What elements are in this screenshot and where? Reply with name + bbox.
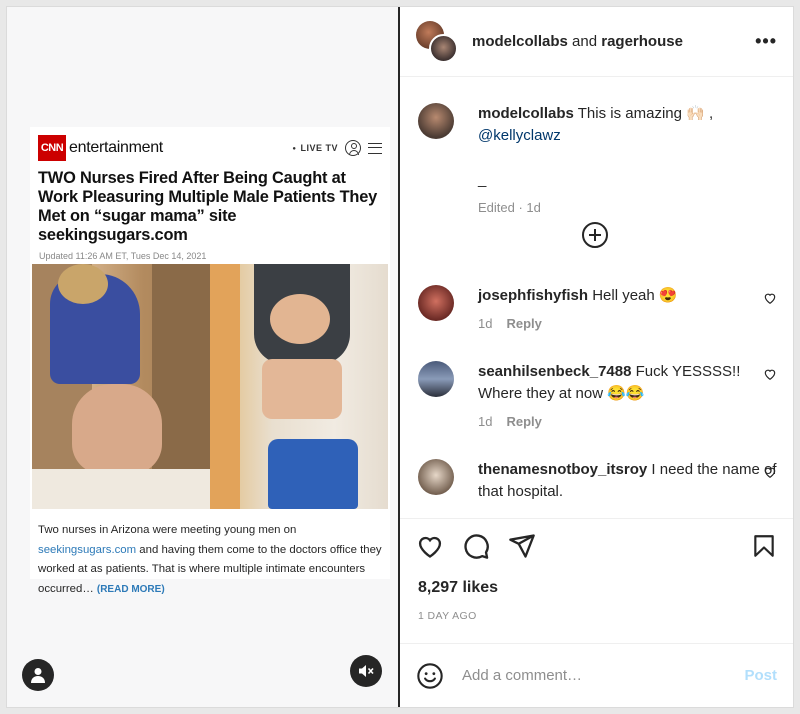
- more-horizontal-icon[interactable]: •••: [755, 31, 777, 52]
- photo-right: [210, 264, 388, 509]
- comment-age: 1d: [478, 316, 493, 331]
- comment-item: seanhilsenbeck_7488 Fuck YESSSS!! Where …: [418, 361, 777, 433]
- news-header: CNN entertainment LIVE TV: [30, 133, 390, 163]
- heart-icon[interactable]: [763, 367, 777, 381]
- comment-input[interactable]: [462, 667, 745, 684]
- article-text: Two nurses in Arizona were meeting young…: [38, 524, 297, 536]
- photo-left: [32, 264, 210, 509]
- emoji-icon[interactable]: [416, 662, 444, 690]
- comment-age: 1d: [478, 414, 493, 429]
- hamburger-menu-icon: [368, 142, 382, 154]
- post-media[interactable]: CNN entertainment LIVE TV TWO Nurses Fir…: [7, 7, 400, 707]
- add-comment-bar: Post: [400, 643, 793, 707]
- comment-text: Hell yeah 😍: [592, 287, 678, 304]
- caption: modelcollabs This is amazing 🙌🏻 , @kelly…: [418, 103, 777, 219]
- tagged-users-button[interactable]: [22, 659, 54, 691]
- post-button[interactable]: Post: [744, 667, 777, 684]
- bookmark-icon[interactable]: [751, 532, 777, 560]
- news-screenshot: CNN entertainment LIVE TV TWO Nurses Fir…: [30, 127, 390, 595]
- like-count[interactable]: 8,297 likes: [418, 579, 498, 597]
- comment-item: thenamesnotboy_itsroy I need the name of…: [418, 459, 777, 503]
- live-tv-label: LIVE TV: [292, 143, 338, 153]
- post-authors: modelcollabs and ragerhouse: [472, 33, 683, 50]
- caption-text: This is amazing 🙌🏻 ,: [577, 105, 714, 122]
- post-header: modelcollabs and ragerhouse •••: [400, 7, 793, 77]
- plus-circle-icon[interactable]: [581, 221, 609, 249]
- heart-icon[interactable]: [763, 291, 777, 305]
- speaker-muted-icon: [359, 665, 374, 677]
- article-body: Two nurses in Arizona were meeting young…: [30, 509, 390, 599]
- comment-item: josephfishyfish Hell yeah 😍 1d Reply: [418, 285, 777, 335]
- caption-edited: Edited · 1d: [478, 200, 541, 215]
- post-sidebar: modelcollabs and ragerhouse ••• modelcol…: [400, 7, 793, 707]
- article-headline: TWO Nurses Fired After Being Caught at W…: [38, 169, 378, 244]
- avatar: [429, 33, 458, 63]
- author-link[interactable]: ragerhouse: [601, 33, 683, 50]
- share-icon[interactable]: [508, 532, 536, 560]
- account-icon: [345, 140, 361, 156]
- authors-joiner: and: [572, 33, 598, 50]
- avatar[interactable]: [418, 459, 454, 495]
- user-icon: [31, 668, 45, 683]
- caption-username[interactable]: modelcollabs: [478, 105, 574, 122]
- caption-extra: _: [478, 171, 487, 188]
- comments-list[interactable]: modelcollabs This is amazing 🙌🏻 , @kelly…: [400, 79, 793, 519]
- article-photo: [32, 264, 388, 509]
- article-dateline: Updated 11:26 AM ET, Tues Dec 14, 2021: [39, 251, 207, 261]
- mute-button[interactable]: [350, 655, 382, 687]
- reply-button[interactable]: Reply: [506, 316, 541, 331]
- post-modal: CNN entertainment LIVE TV TWO Nurses Fir…: [6, 6, 794, 708]
- brand-label: entertainment: [69, 139, 163, 156]
- heart-icon[interactable]: [763, 465, 777, 479]
- comment-icon[interactable]: [462, 532, 490, 560]
- author-link[interactable]: modelcollabs: [472, 33, 568, 50]
- avatar[interactable]: [418, 361, 454, 397]
- article-link: seekingsugars.com: [38, 543, 137, 556]
- post-time[interactable]: 1 DAY AGO: [418, 610, 477, 622]
- cnn-logo: CNN: [38, 135, 66, 161]
- avatar[interactable]: [418, 285, 454, 321]
- comment-username[interactable]: thenamesnotboy_itsroy: [478, 461, 647, 478]
- post-actions: [416, 529, 777, 563]
- avatar[interactable]: [418, 103, 454, 139]
- read-more-link: (READ MORE): [96, 583, 165, 595]
- comment-username[interactable]: seanhilsenbeck_7488: [478, 363, 631, 380]
- mention-link[interactable]: @kellyclawz: [478, 127, 561, 144]
- comment-username[interactable]: josephfishyfish: [478, 287, 588, 304]
- heart-icon[interactable]: [416, 532, 444, 560]
- reply-button[interactable]: Reply: [506, 414, 541, 429]
- collab-avatars[interactable]: [416, 20, 458, 63]
